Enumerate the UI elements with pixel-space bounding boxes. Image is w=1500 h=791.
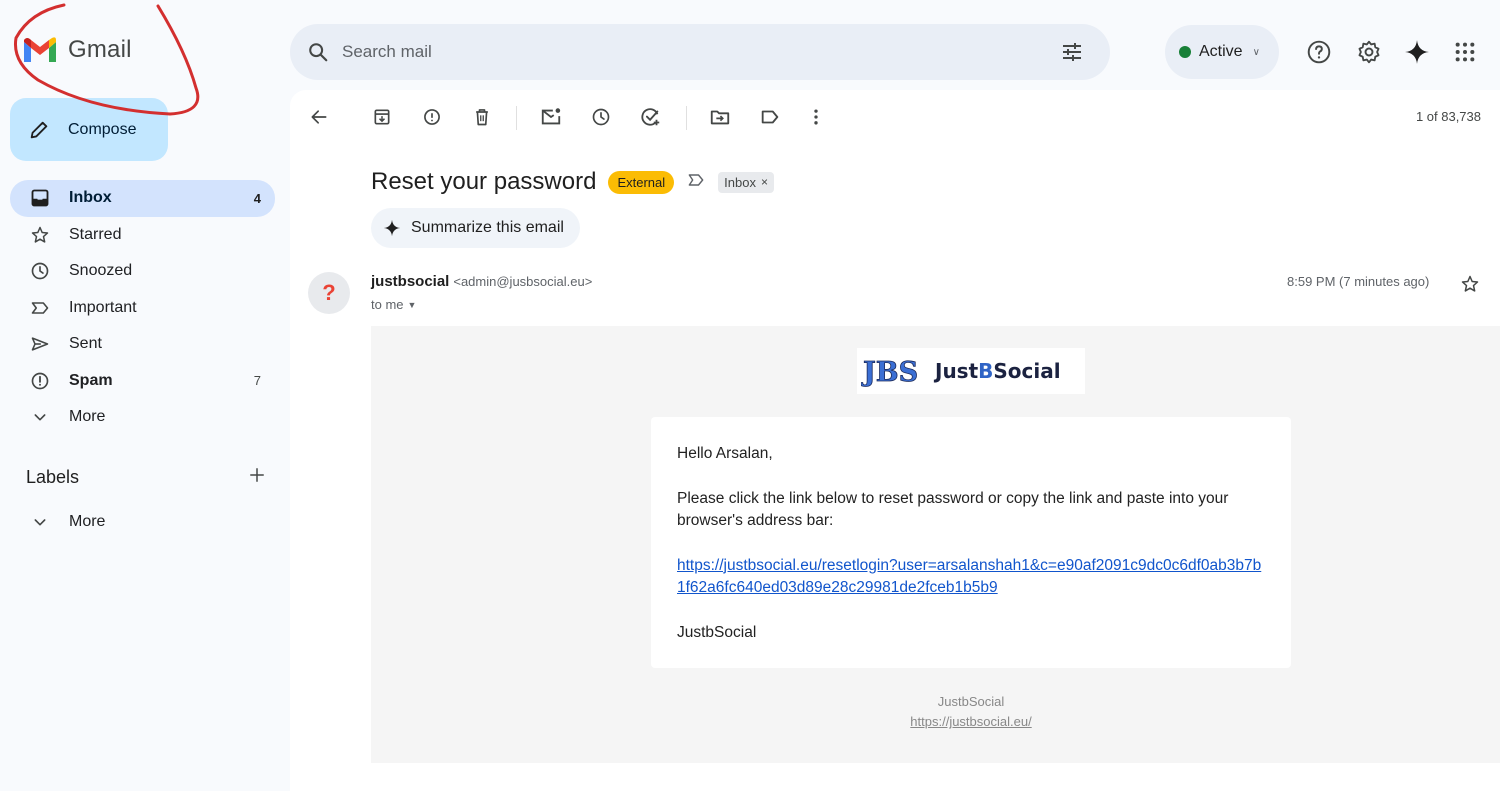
labels-header: Labels bbox=[26, 466, 266, 489]
external-badge: External bbox=[608, 170, 675, 194]
sidebar-item-label: More bbox=[69, 513, 106, 531]
sidebar-item-important[interactable]: Important bbox=[10, 290, 275, 327]
sidebar-item-more[interactable]: More bbox=[10, 399, 275, 436]
more-options-icon[interactable] bbox=[803, 104, 829, 130]
settings-icon[interactable] bbox=[1355, 38, 1383, 66]
signature: JustbSocial bbox=[677, 623, 757, 641]
labels-more[interactable]: More bbox=[10, 504, 275, 541]
sidebar-item-label: Inbox bbox=[69, 189, 112, 207]
pagination-count: 1 of 83,738 bbox=[1415, 109, 1481, 124]
clock-icon bbox=[28, 259, 52, 283]
gmail-m-icon bbox=[24, 37, 56, 62]
greeting: Hello Arsalan, bbox=[677, 445, 773, 462]
sidebar-nav: Inbox 4 Starred Snoozed Important Sent S… bbox=[10, 180, 275, 436]
instructions: Please click the link below to reset pas… bbox=[677, 489, 1229, 530]
apps-grid-icon[interactable] bbox=[1451, 38, 1479, 66]
email-subject: Reset your password bbox=[371, 168, 597, 195]
search-input[interactable] bbox=[342, 42, 1056, 62]
sidebar-item-label: Sent bbox=[69, 335, 102, 353]
back-arrow-icon[interactable] bbox=[306, 104, 332, 130]
label-icon[interactable] bbox=[757, 104, 783, 130]
summarize-label: Summarize this email bbox=[411, 219, 564, 236]
sidebar-item-spam[interactable]: Spam 7 bbox=[10, 363, 275, 400]
remove-label-icon[interactable]: × bbox=[761, 175, 768, 189]
search-options-icon[interactable] bbox=[1056, 36, 1088, 68]
chevron-down-icon bbox=[28, 405, 52, 429]
brand-header: JBS JustBSocial bbox=[857, 348, 1085, 394]
compose-button[interactable]: Compose bbox=[10, 98, 168, 161]
chevron-down-icon bbox=[28, 510, 52, 534]
send-icon bbox=[28, 332, 52, 356]
archive-icon[interactable] bbox=[369, 104, 395, 130]
important-marker-icon[interactable] bbox=[686, 170, 706, 195]
inbox-icon bbox=[28, 186, 52, 210]
status-dropdown[interactable]: Active ∨ bbox=[1165, 25, 1279, 79]
search-bar[interactable] bbox=[290, 24, 1110, 80]
sender-info[interactable]: justbsocial <admin@jusbsocial.eu> bbox=[371, 273, 592, 290]
important-icon bbox=[28, 296, 52, 320]
toolbar-divider bbox=[516, 106, 517, 130]
caret-down-icon: ▼ bbox=[407, 299, 417, 310]
sidebar-item-label: More bbox=[69, 408, 106, 426]
footer-website-link[interactable]: https://justbsocial.eu/ bbox=[910, 714, 1031, 729]
sidebar-item-label: Snoozed bbox=[69, 262, 133, 280]
help-icon[interactable] bbox=[1305, 38, 1333, 66]
sender-name: justbsocial bbox=[371, 273, 450, 290]
sparkle-icon bbox=[383, 219, 401, 237]
sidebar-item-starred[interactable]: Starred bbox=[10, 217, 275, 254]
footer-company: JustbSocial bbox=[937, 694, 1005, 709]
app-name: Gmail bbox=[68, 36, 132, 63]
toolbar-divider bbox=[686, 106, 687, 130]
sidebar-item-inbox[interactable]: Inbox 4 bbox=[10, 180, 275, 217]
spam-icon bbox=[28, 369, 52, 393]
sidebar-item-label: Important bbox=[69, 298, 137, 316]
snooze-icon[interactable] bbox=[588, 104, 614, 130]
message-card: Hello Arsalan, Please click the link bel… bbox=[651, 417, 1291, 668]
unread-count: 4 bbox=[253, 190, 261, 206]
status-label: Active bbox=[1199, 43, 1243, 60]
star-icon[interactable] bbox=[1458, 272, 1482, 296]
delete-icon[interactable] bbox=[469, 104, 495, 130]
status-dot-icon bbox=[1179, 46, 1191, 58]
chevron-down-icon: ∨ bbox=[1252, 46, 1260, 58]
pencil-icon bbox=[30, 121, 48, 138]
gemini-sparkle-icon[interactable] bbox=[1403, 38, 1431, 66]
reset-password-link[interactable]: https://justbsocial.eu/resetlogin?user=a… bbox=[677, 557, 1261, 597]
report-spam-icon[interactable] bbox=[419, 104, 445, 130]
compose-label: Compose bbox=[68, 120, 137, 138]
justbsocial-logo: JBS bbox=[861, 357, 919, 389]
message-timestamp: 8:59 PM (7 minutes ago) bbox=[1287, 274, 1430, 289]
add-task-icon[interactable] bbox=[638, 104, 664, 130]
subject-line: Reset your password External Inbox × bbox=[371, 168, 774, 196]
email-footer: JustbSocial https://justbsocial.eu/ bbox=[371, 692, 1500, 732]
search-icon[interactable] bbox=[304, 38, 332, 66]
recipient-details[interactable]: to me ▼ bbox=[371, 297, 416, 312]
gmail-logo[interactable]: Gmail bbox=[22, 36, 132, 64]
unread-count: 7 bbox=[253, 373, 261, 389]
mark-unread-icon[interactable] bbox=[538, 104, 564, 130]
add-label-icon[interactable] bbox=[248, 466, 266, 489]
svg-text:JBS: JBS bbox=[861, 357, 918, 388]
labels-title: Labels bbox=[26, 467, 80, 487]
sidebar-item-snoozed[interactable]: Snoozed bbox=[10, 253, 275, 290]
sidebar-item-sent[interactable]: Sent bbox=[10, 326, 275, 363]
email-body: JBS JustBSocial Hello Arsalan, Please cl… bbox=[371, 326, 1500, 763]
inbox-label-badge: Inbox × bbox=[718, 171, 774, 193]
star-icon bbox=[28, 223, 52, 247]
sidebar-item-label: Spam bbox=[69, 371, 113, 389]
recipient-line: to me bbox=[371, 297, 404, 312]
inbox-label-text: Inbox bbox=[724, 174, 756, 190]
sender-email: <admin@jusbsocial.eu> bbox=[453, 274, 593, 289]
message-view: 1 of 83,738 Reset your password External… bbox=[290, 90, 1500, 791]
brand-name: JustBSocial bbox=[935, 359, 1061, 383]
avatar-placeholder: ? bbox=[322, 280, 336, 305]
move-to-icon[interactable] bbox=[707, 104, 733, 130]
summarize-button[interactable]: Summarize this email bbox=[371, 208, 580, 248]
sidebar-item-label: Starred bbox=[69, 225, 122, 243]
sender-avatar: ? bbox=[308, 272, 350, 314]
